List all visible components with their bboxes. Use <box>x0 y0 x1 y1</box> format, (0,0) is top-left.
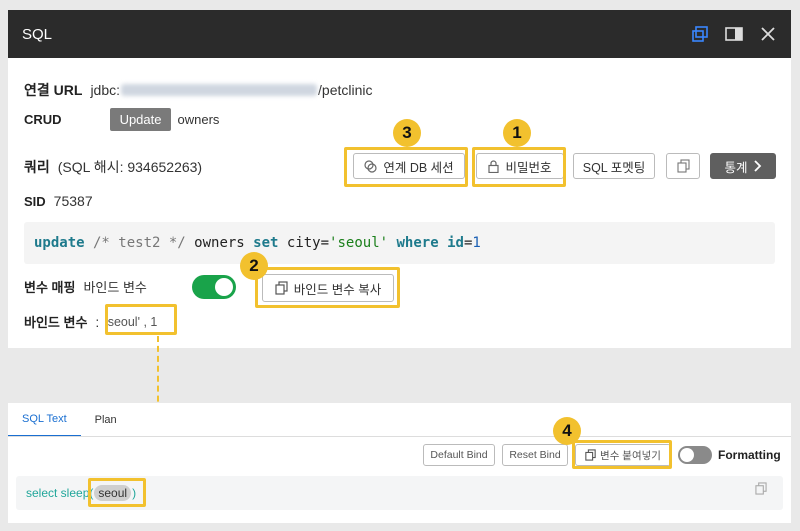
title-bar: SQL <box>8 10 791 58</box>
chevron-right-icon <box>753 160 761 172</box>
highlight-password <box>472 147 566 187</box>
window-controls <box>691 25 777 43</box>
sid-label: SID <box>24 193 46 209</box>
formatting-toggle[interactable] <box>678 446 712 464</box>
query-label: 쿼리 <box>24 159 50 175</box>
bind-colon: : <box>95 313 100 330</box>
reset-bind-label: Reset Bind <box>509 449 561 461</box>
crud-update-tag: Update <box>109 108 172 131</box>
tab-plan[interactable]: Plan <box>81 403 131 437</box>
default-bind-button[interactable]: Default Bind <box>423 444 495 466</box>
sql-code-block: update /* test2 */ owners set city='seou… <box>24 222 775 264</box>
code-token: where <box>396 235 439 251</box>
toggle-knob <box>680 448 694 462</box>
dock-panel-icon[interactable] <box>725 25 743 43</box>
code-comment: /* test2 */ <box>84 235 195 251</box>
code-token: set <box>253 235 279 251</box>
highlight-bind-placeholder <box>88 478 146 507</box>
popout-icon[interactable] <box>691 25 709 43</box>
step-badge-3: 3 <box>393 119 421 147</box>
copy-icon <box>676 159 690 173</box>
toggle-knob <box>215 278 233 296</box>
bind-variable-toggle[interactable] <box>192 275 236 299</box>
tab-sql-text[interactable]: SQL Text <box>8 403 81 437</box>
sql-text-prefix: select sleep <box>26 486 90 500</box>
close-icon[interactable] <box>759 25 777 43</box>
sid-row: SID 75387 <box>24 193 93 209</box>
query-row: 쿼리 (SQL 해시: 934652263) <box>24 157 202 177</box>
copy-sql-button[interactable] <box>666 153 700 179</box>
step-badge-4: 4 <box>553 417 581 445</box>
default-bind-label: Default Bind <box>430 449 488 461</box>
code-token: owners <box>194 235 254 251</box>
connection-url-suffix: /petclinic <box>318 82 373 98</box>
tab-divider <box>8 436 791 437</box>
window-title: SQL <box>22 25 53 43</box>
reset-bind-button[interactable]: Reset Bind <box>502 444 568 466</box>
code-number: 1 <box>472 235 481 251</box>
variable-mapping-row: 변수 매핑 바인드 변수 <box>24 277 147 296</box>
sql-format-label: SQL 포멧팅 <box>582 160 646 175</box>
bind-variables-label: 바인드 변수 <box>24 315 88 330</box>
highlight-copy-bind <box>255 267 400 308</box>
redacted-host <box>121 84 318 96</box>
formatting-label: Formatting <box>718 448 781 462</box>
crud-label: CRUD <box>24 112 62 127</box>
highlight-bind-value <box>105 304 177 335</box>
query-hash: (SQL 해시: 934652263) <box>57 159 203 175</box>
highlight-linked-db <box>344 147 468 187</box>
highlight-paste-variables <box>572 440 672 469</box>
connection-url-row: 연결 URL jdbc: /petclinic <box>24 80 372 100</box>
code-token: update <box>34 235 85 251</box>
tab-bar: SQL Text Plan <box>8 403 131 437</box>
code-token: = <box>463 235 473 251</box>
step-badge-1: 1 <box>503 119 531 147</box>
stats-label: 통계 <box>724 160 748 175</box>
bind-variable-sublabel: 바인드 변수 <box>83 280 147 295</box>
sql-format-button[interactable]: SQL 포멧팅 <box>573 153 655 179</box>
code-string: 'seoul' <box>329 235 389 251</box>
step-badge-2: 2 <box>240 252 268 280</box>
crud-table: owners <box>177 112 220 127</box>
connection-url-prefix: jdbc: <box>90 82 121 98</box>
sid-value: 75387 <box>53 193 93 209</box>
variable-mapping-label: 변수 매핑 <box>24 280 76 295</box>
code-token: id <box>447 235 464 251</box>
connection-url-label: 연결 URL <box>24 82 83 98</box>
copy-sql-text-icon[interactable] <box>755 482 767 500</box>
crud-row: CRUD Update owners <box>24 108 219 131</box>
code-token: city= <box>278 235 330 251</box>
stats-button[interactable]: 통계 <box>710 153 776 179</box>
